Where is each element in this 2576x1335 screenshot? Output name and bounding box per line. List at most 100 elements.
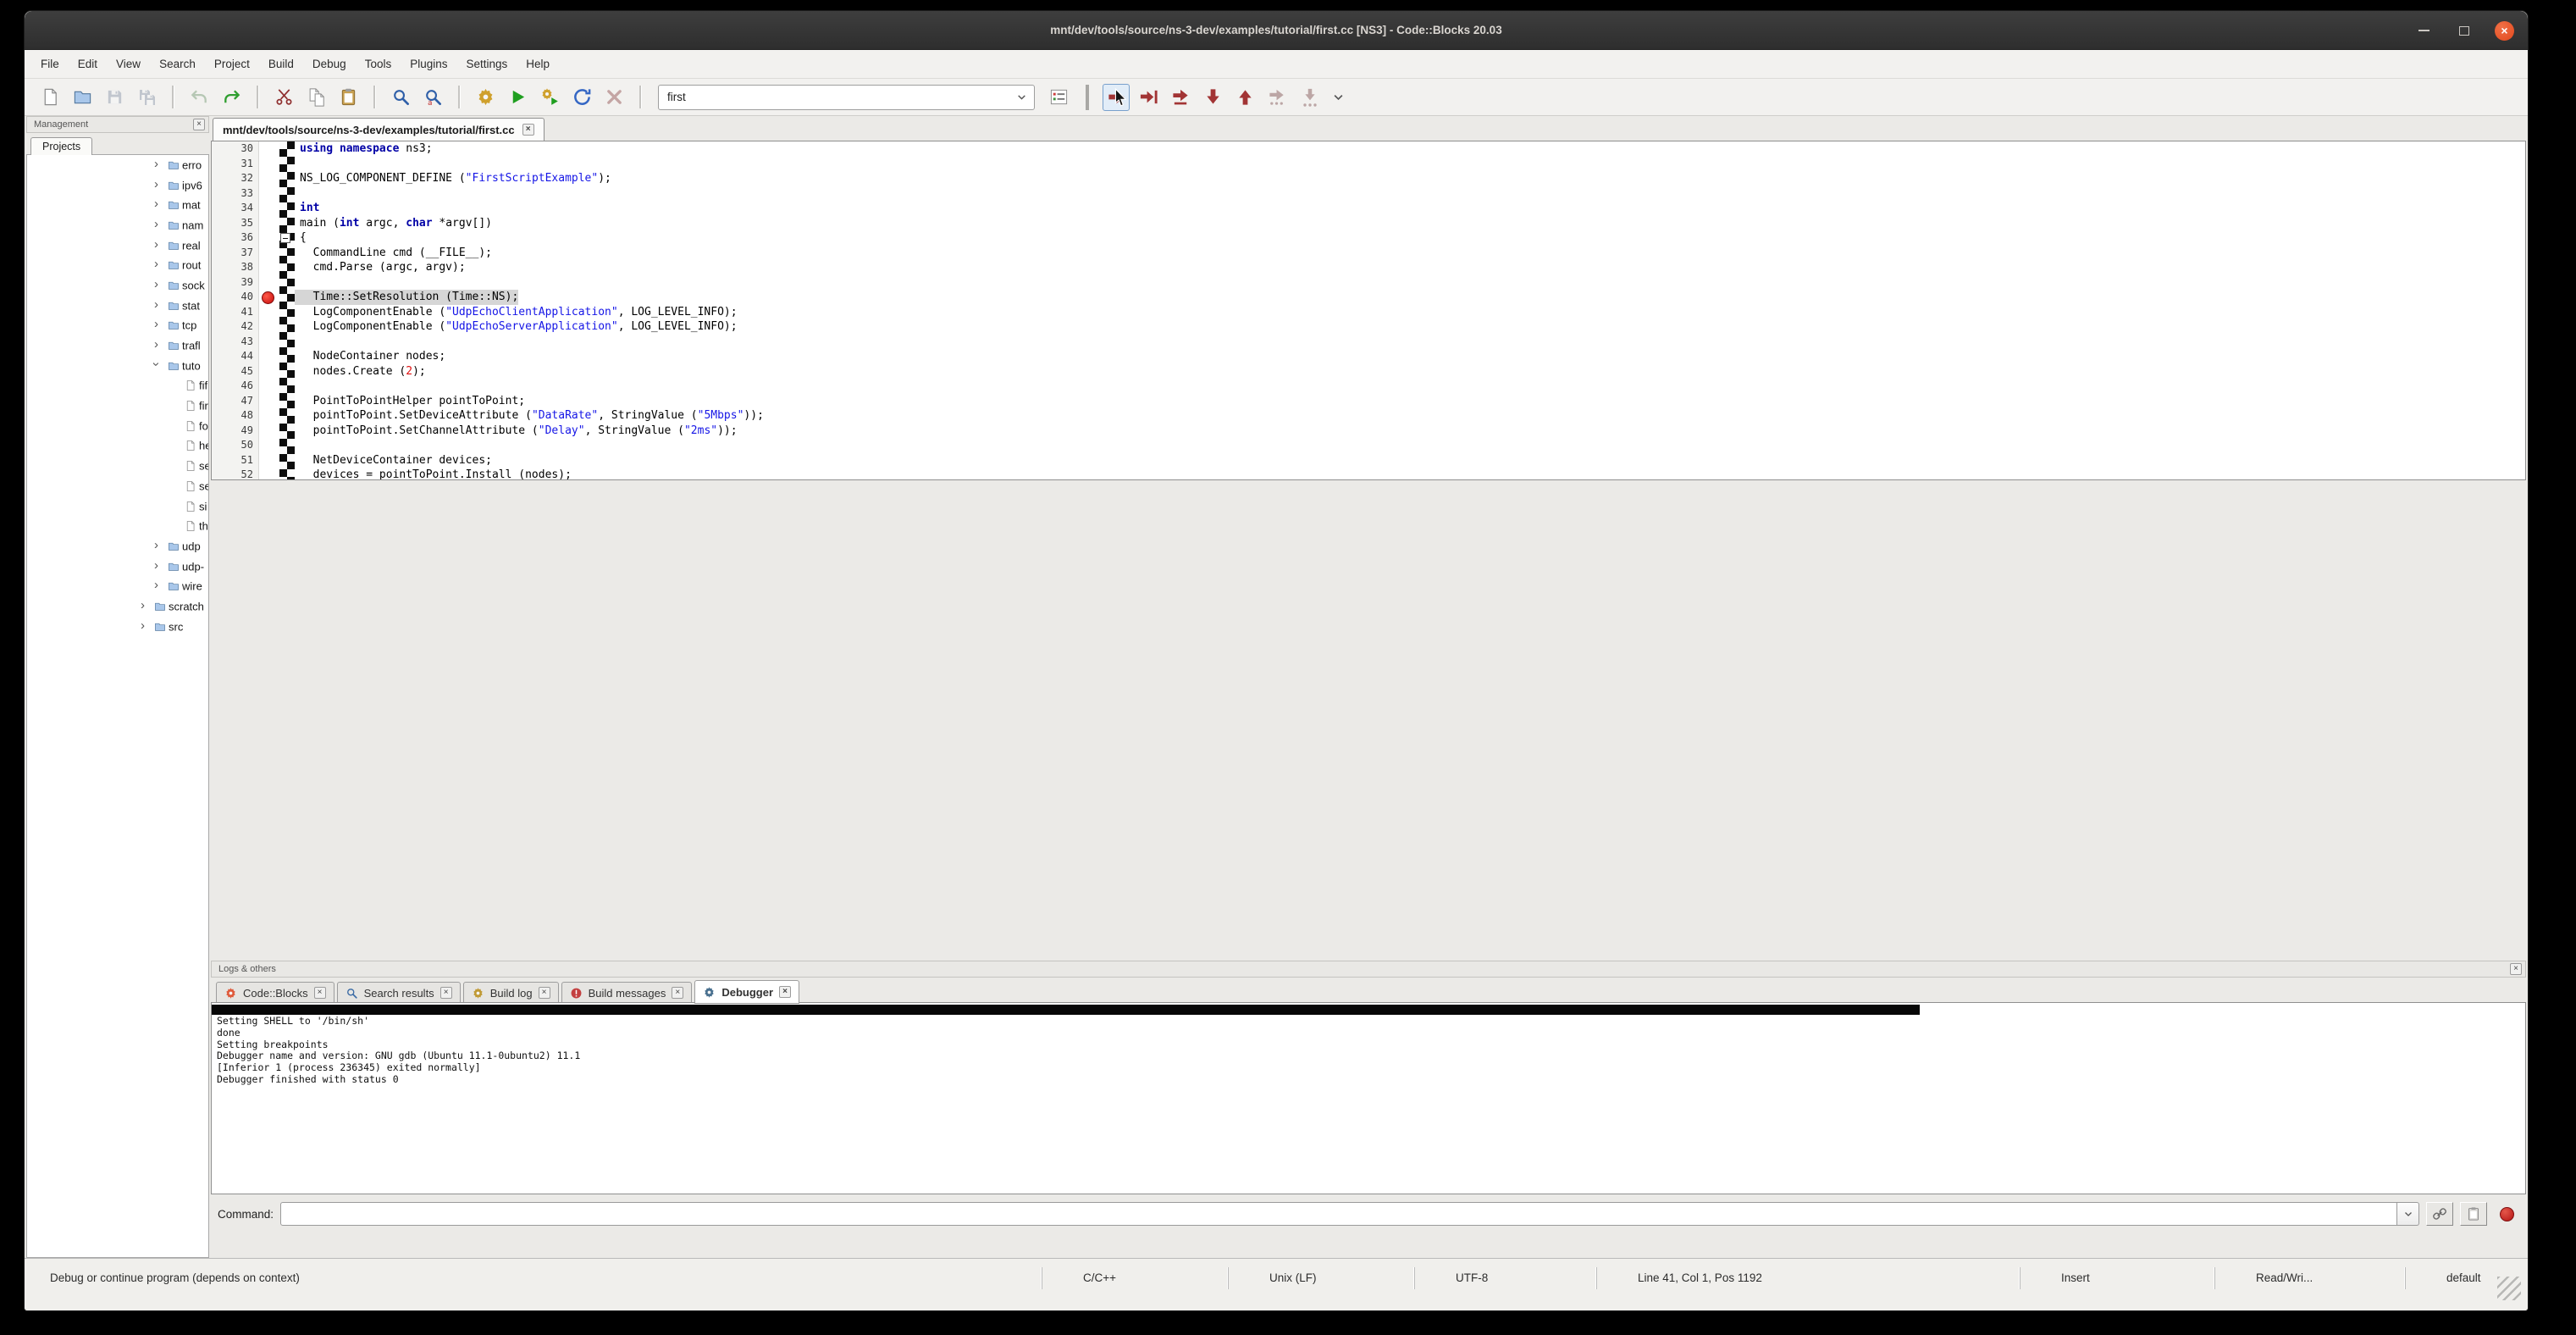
chevron-right-icon[interactable]: ›	[154, 237, 158, 252]
editor-tab-close-icon[interactable]: ×	[522, 124, 534, 136]
save-button[interactable]	[101, 84, 128, 111]
tree-item-real[interactable]: ›real	[27, 235, 208, 256]
console[interactable]: Setting SHELL to '/bin/sh'doneSetting br…	[211, 1002, 2526, 1194]
code-line[interactable]: 30using namespace ns3;	[212, 141, 2525, 157]
menu-item-settings[interactable]: Settings	[457, 50, 517, 78]
code-line[interactable]: 48 pointToPoint.SetDeviceAttribute ("Dat…	[212, 408, 2525, 424]
code-area[interactable]: 30using namespace ns3;3132NS_LOG_COMPONE…	[212, 141, 2525, 479]
log-tab-buildlog[interactable]: Build log×	[463, 982, 559, 1004]
toolbar-grip[interactable]	[1086, 85, 1089, 110]
logs-caption[interactable]: Logs & others ×	[211, 961, 2526, 978]
resize-grip[interactable]	[2497, 1277, 2521, 1300]
chevron-right-icon[interactable]: ›	[154, 157, 158, 171]
log-tab-messages[interactable]: Build messages×	[561, 982, 693, 1004]
chevron-right-icon[interactable]: ›	[141, 618, 145, 633]
tree-item-stat[interactable]: ›stat	[27, 296, 208, 316]
code-line[interactable]: 33	[212, 186, 2525, 202]
step-into-button[interactable]	[1199, 84, 1226, 111]
code-line[interactable]: 37 CommandLine cmd (__FILE__);	[212, 246, 2525, 261]
menu-item-plugins[interactable]: Plugins	[401, 50, 456, 78]
fold-collapse-icon[interactable]	[280, 233, 290, 243]
window-titlebar[interactable]: mnt/dev/tools/source/ns-3-dev/examples/t…	[25, 11, 2528, 50]
next-instruction-button[interactable]	[1263, 84, 1291, 111]
stop-debugger-button[interactable]	[2494, 1202, 2519, 1226]
next-line-button[interactable]	[1167, 84, 1194, 111]
code-line[interactable]: 42 LogComponentEnable ("UdpEchoServerApp…	[212, 319, 2525, 335]
editor-tab[interactable]: mnt/dev/tools/source/ns-3-dev/examples/t…	[213, 118, 544, 141]
code-line[interactable]: 45 nodes.Create (2);	[212, 364, 2525, 379]
code-line[interactable]: 43	[212, 335, 2525, 350]
minimize-button[interactable]	[2413, 20, 2434, 41]
tree-item-udp[interactable]: ›udp	[27, 536, 208, 557]
code-line[interactable]: 38 cmd.Parse (argc, argv);	[212, 260, 2525, 275]
step-into-instruction-button[interactable]	[1296, 84, 1323, 111]
code-line[interactable]: 47 PointToPointHelper pointToPoint;	[212, 394, 2525, 409]
chevron-right-icon[interactable]: ›	[154, 177, 158, 191]
step-out-button[interactable]	[1231, 84, 1258, 111]
code-line[interactable]: 34int	[212, 201, 2525, 216]
tree-item-th[interactable]: th	[27, 516, 208, 536]
code-line[interactable]: 41 LogComponentEnable ("UdpEchoClientApp…	[212, 305, 2525, 320]
new-file-button[interactable]	[36, 84, 64, 111]
tree-item-se[interactable]: se	[27, 476, 208, 496]
log-tab-debugger[interactable]: Debugger×	[694, 980, 799, 1004]
replace-button[interactable]: a	[419, 84, 446, 111]
command-input[interactable]	[280, 1202, 2397, 1226]
tree-item-erro[interactable]: ›erro	[27, 155, 208, 175]
tree-item-wire[interactable]: ›wire	[27, 576, 208, 596]
chevron-down-icon[interactable]: ›	[149, 362, 163, 366]
chevron-right-icon[interactable]: ›	[154, 217, 158, 231]
menu-item-edit[interactable]: Edit	[69, 50, 107, 78]
tree-item-scratch[interactable]: ›scratch	[27, 596, 208, 617]
menu-item-file[interactable]: File	[31, 50, 69, 78]
menu-item-debug[interactable]: Debug	[303, 50, 356, 78]
code-line[interactable]: 40 Time::SetResolution (Time::NS);	[212, 290, 2525, 305]
maximize-button[interactable]	[2454, 20, 2474, 41]
chevron-right-icon[interactable]: ›	[154, 578, 158, 592]
menu-item-view[interactable]: View	[107, 50, 150, 78]
build-button[interactable]	[472, 84, 499, 111]
tree-item-fif[interactable]: fif	[27, 376, 208, 396]
management-caption[interactable]: Management ×	[26, 116, 209, 133]
close-icon[interactable]: ×	[539, 987, 550, 999]
code-line[interactable]: 50	[212, 438, 2525, 453]
build-and-run-button[interactable]	[536, 84, 563, 111]
code-line[interactable]: 31	[212, 157, 2525, 172]
tree-item-src[interactable]: ›src	[27, 617, 208, 637]
save-all-button[interactable]	[133, 84, 160, 111]
menu-item-tools[interactable]: Tools	[356, 50, 401, 78]
undo-button[interactable]	[185, 84, 213, 111]
code-line[interactable]: 39	[212, 275, 2525, 291]
close-button[interactable]: ×	[2495, 21, 2514, 41]
menu-item-search[interactable]: Search	[150, 50, 205, 78]
menu-item-build[interactable]: Build	[259, 50, 303, 78]
code-line[interactable]: 32NS_LOG_COMPONENT_DEFINE ("FirstScriptE…	[212, 171, 2525, 186]
select-target-button[interactable]	[1045, 84, 1072, 111]
chevron-right-icon[interactable]: ›	[154, 297, 158, 312]
tree-item-tuto[interactable]: ›tuto	[27, 356, 208, 376]
find-button[interactable]	[387, 84, 414, 111]
abort-build-button[interactable]	[600, 84, 627, 111]
redo-button[interactable]	[218, 84, 245, 111]
cut-button[interactable]	[270, 84, 297, 111]
close-icon[interactable]: ×	[314, 987, 326, 999]
tree-item-trafl[interactable]: ›trafl	[27, 335, 208, 356]
close-icon[interactable]: ×	[779, 986, 791, 998]
build-target-value[interactable]	[666, 90, 1009, 104]
code-line[interactable]: 44 NodeContainer nodes;	[212, 349, 2525, 364]
command-history-button[interactable]	[2397, 1202, 2419, 1226]
code-line[interactable]: 46	[212, 379, 2525, 394]
menu-item-help[interactable]: Help	[517, 50, 559, 78]
code-line[interactable]: 35main (int argc, char *argv[])	[212, 216, 2525, 231]
attach-log-button[interactable]	[2426, 1202, 2453, 1226]
debug-continue-button[interactable]	[1103, 84, 1130, 111]
open-file-button[interactable]	[69, 84, 96, 111]
code-line[interactable]: 52 devices = pointToPoint.Install (nodes…	[212, 468, 2525, 480]
chevron-right-icon[interactable]: ›	[141, 598, 145, 612]
tree-item-sock[interactable]: ›sock	[27, 275, 208, 296]
paste-button[interactable]	[334, 84, 362, 111]
log-tab-codeblocks[interactable]: Code::Blocks×	[216, 982, 334, 1004]
management-close-icon[interactable]: ×	[193, 119, 205, 130]
run-to-cursor-button[interactable]	[1135, 84, 1162, 111]
tree-item-fir[interactable]: fir	[27, 396, 208, 416]
